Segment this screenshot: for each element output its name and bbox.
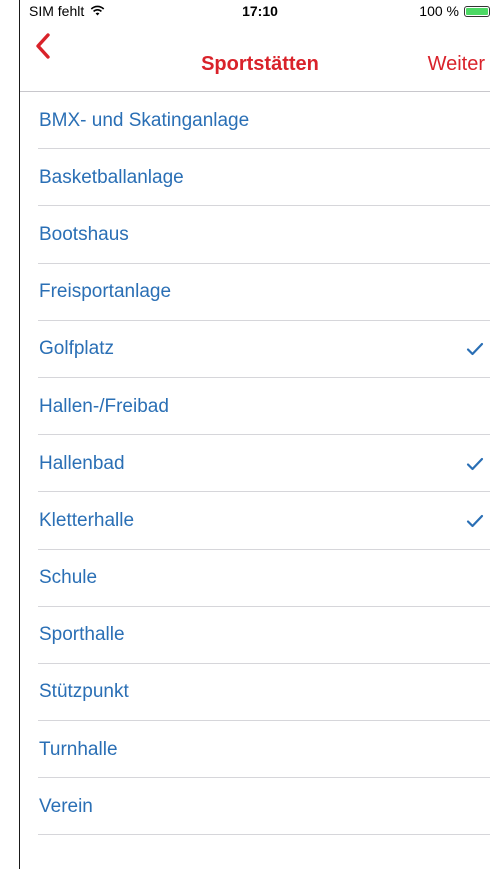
list-item[interactable]: Hallen-/Freibad bbox=[20, 378, 490, 436]
checkmark-icon bbox=[466, 514, 484, 528]
list-item[interactable]: Turnhalle bbox=[20, 721, 490, 779]
battery-body bbox=[464, 5, 490, 17]
list-item[interactable]: Kletterhalle bbox=[20, 492, 490, 550]
list-item[interactable]: Freisportanlage bbox=[20, 264, 490, 321]
list-item[interactable]: Stützpunkt bbox=[20, 664, 490, 722]
checkmark-icon bbox=[466, 342, 484, 356]
list-item[interactable]: Schule bbox=[20, 550, 490, 607]
list-item-label: Stützpunkt bbox=[39, 681, 129, 703]
list-item-label: Kletterhalle bbox=[39, 509, 135, 531]
list-item[interactable]: Sporthalle bbox=[20, 607, 490, 665]
next-button[interactable]: Weiter bbox=[428, 53, 485, 76]
checkmark-icon bbox=[466, 457, 484, 471]
list-item-label: Sporthalle bbox=[39, 624, 125, 646]
list-item-label: Hallen-/Freibad bbox=[39, 395, 169, 417]
list-item-label: Basketballanlage bbox=[39, 166, 184, 188]
list-item-label: BMX- und Skatinganlage bbox=[39, 109, 250, 131]
status-right: 100 % bbox=[419, 3, 490, 19]
list-item[interactable]: BMX- und Skatinganlage bbox=[20, 92, 490, 150]
list-item-label: Schule bbox=[39, 567, 98, 589]
list-item-label: Freisportanlage bbox=[39, 281, 172, 303]
list-item[interactable]: Verein bbox=[20, 778, 490, 836]
navigation-bar: Sportstätten Weiter bbox=[20, 22, 490, 92]
battery-fill bbox=[466, 7, 488, 15]
battery-percent: 100 % bbox=[419, 3, 459, 19]
list-item-label: Bootshaus bbox=[39, 223, 129, 245]
sport-facility-list: BMX- und Skatinganlage Basketballanlage Bo… bbox=[20, 92, 490, 836]
list-item-label: Turnhalle bbox=[39, 738, 118, 760]
list-item[interactable]: Bootshaus bbox=[20, 206, 490, 264]
page-title: Sportstätten bbox=[201, 53, 319, 75]
phone-screen: SIM fehlt 17:10 100 % Sportstätten Weite… bbox=[19, 0, 490, 869]
battery-icon bbox=[464, 5, 490, 17]
list-item[interactable]: Basketballanlage bbox=[20, 149, 490, 207]
list-item-label: Verein bbox=[39, 795, 93, 817]
list-item-label: Golfplatz bbox=[39, 338, 114, 360]
status-bar: SIM fehlt 17:10 100 % bbox=[20, 0, 490, 22]
list-item-label: Hallenbad bbox=[39, 452, 125, 474]
list-item[interactable]: Golfplatz bbox=[20, 321, 490, 379]
list-item[interactable]: Hallenbad bbox=[20, 435, 490, 493]
